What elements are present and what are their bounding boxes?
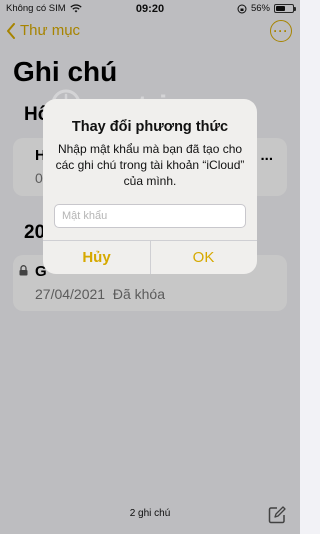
password-field[interactable]: Mật khẩu xyxy=(54,204,246,228)
alert-dialog: Thay đổi phương thức Nhập mật khẩu mà bạ… xyxy=(43,99,257,274)
cancel-button[interactable]: Hủy xyxy=(43,241,150,274)
dialog-message: Nhập mật khẩu mà bạn đã tạo cho các ghi … xyxy=(55,142,245,188)
dialog-title: Thay đổi phương thức xyxy=(71,119,229,135)
ok-button[interactable]: OK xyxy=(150,241,257,274)
password-placeholder: Mật khẩu xyxy=(62,210,108,222)
